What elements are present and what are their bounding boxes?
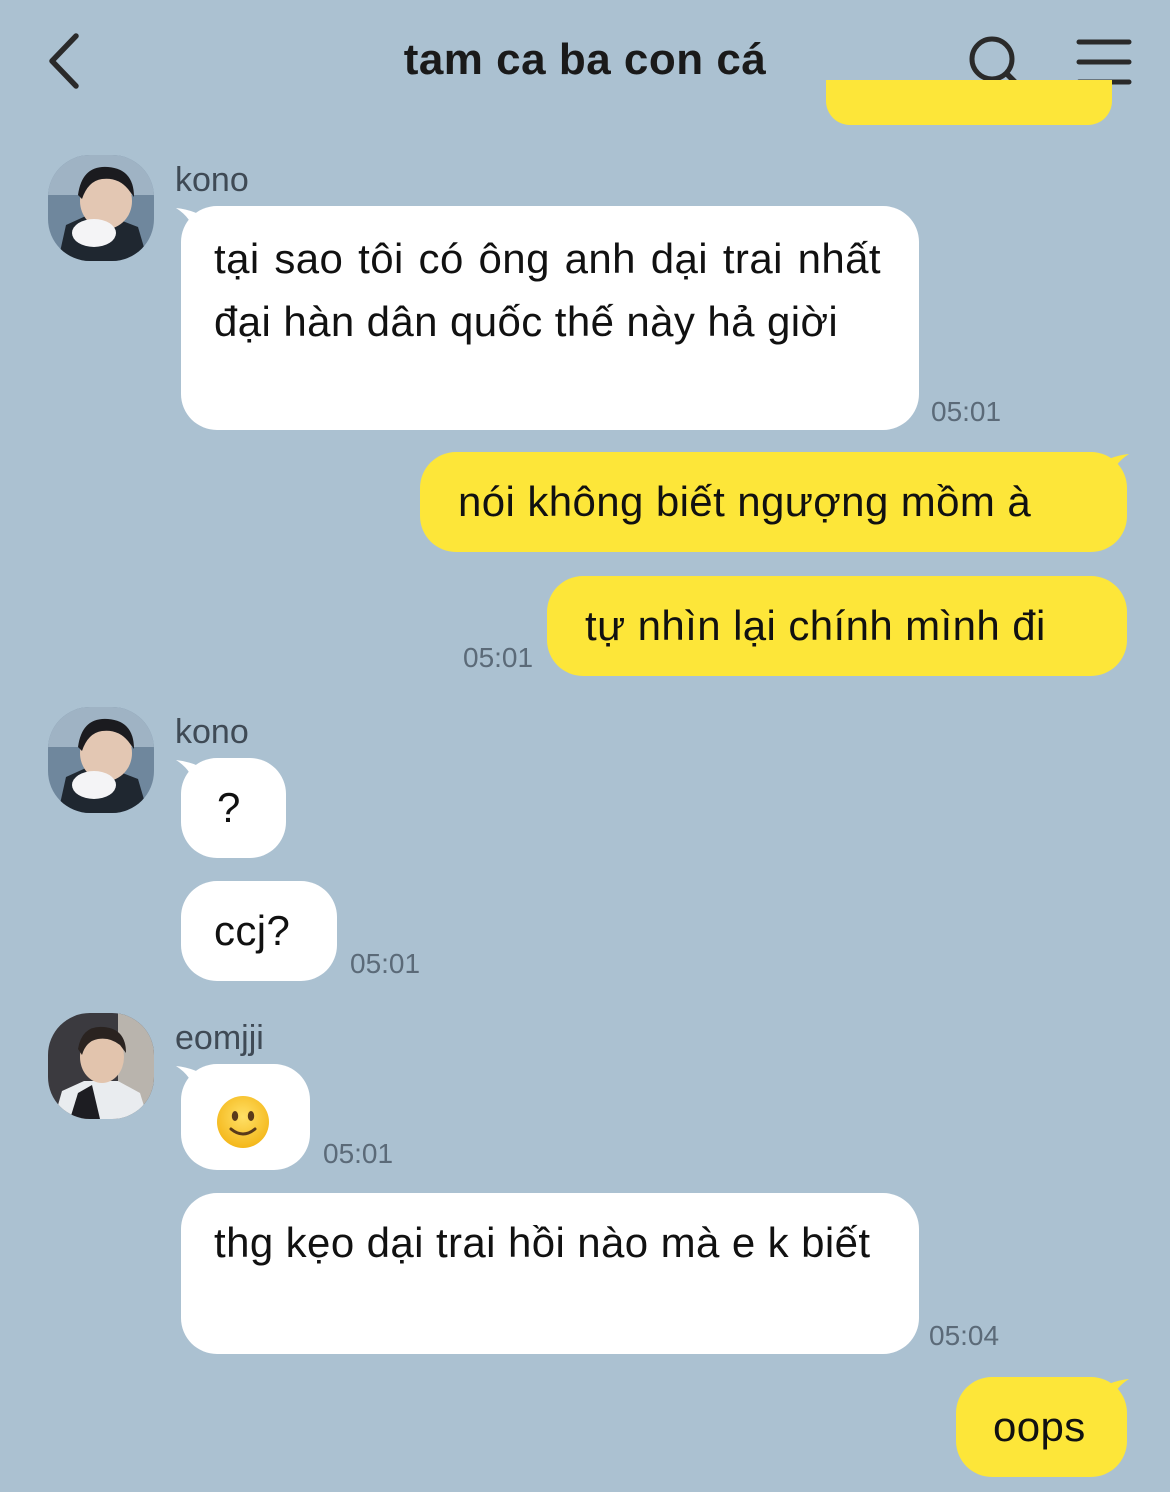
- message-bubble-incoming[interactable]: [181, 1064, 310, 1170]
- message-timestamp: 05:01: [463, 642, 534, 673]
- message-bubble-outgoing[interactable]: oops: [956, 1377, 1127, 1477]
- message-timestamp: 05:01: [323, 1138, 394, 1169]
- message-bubble-outgoing[interactable]: nói không biết ngượng mồm à: [420, 452, 1127, 552]
- avatar-kono[interactable]: [48, 155, 154, 261]
- slightly-smiling-face-icon: [217, 1096, 269, 1148]
- message-timestamp: 05:01: [931, 396, 1002, 427]
- avatar-eomjji[interactable]: [48, 1013, 154, 1119]
- message-bubble-incoming[interactable]: ?: [181, 758, 286, 858]
- message-bubble-incoming[interactable]: ccj?: [181, 881, 337, 981]
- previous-message-bubble: [826, 80, 1112, 125]
- avatar-kono[interactable]: [48, 707, 154, 813]
- sender-name: kono: [175, 161, 249, 199]
- message-timestamp: 05:01: [350, 948, 421, 979]
- message-timestamp: 05:04: [929, 1320, 1000, 1351]
- message-bubble-incoming[interactable]: thg kẹo dại trai hồi nào mà e k biết: [181, 1193, 919, 1354]
- message-bubble-outgoing[interactable]: tự nhìn lại chính mình đi: [547, 576, 1127, 676]
- message-bubble-incoming[interactable]: tại sao tôi có ông anh dại trai nhất đại…: [181, 206, 919, 430]
- sender-name: eomjji: [175, 1019, 264, 1057]
- sender-name: kono: [175, 713, 249, 751]
